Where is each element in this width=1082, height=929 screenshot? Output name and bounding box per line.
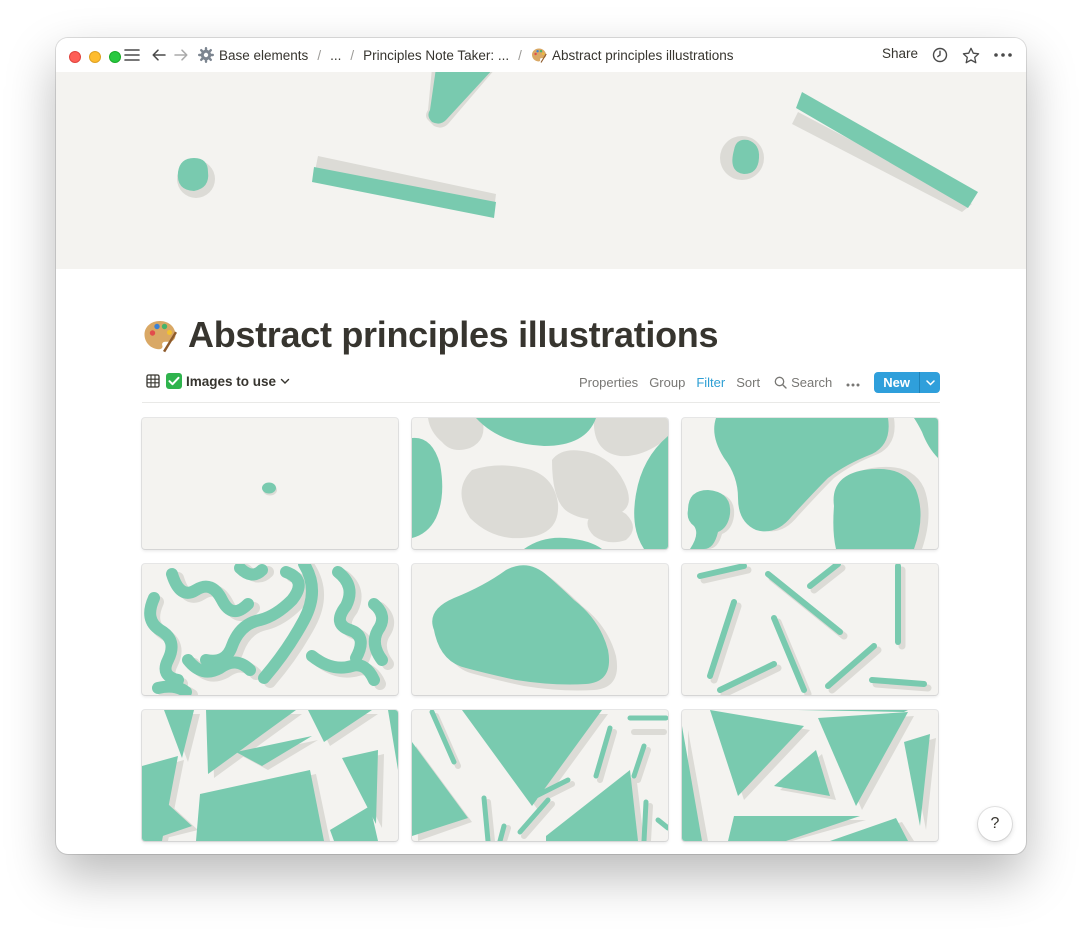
forward-arrow-icon[interactable]	[172, 44, 190, 66]
page-cover[interactable]	[56, 72, 1026, 269]
gallery-card[interactable]	[412, 710, 668, 841]
breadcrumb-item-abstract-principles[interactable]: Abstract principles illustrations	[531, 47, 734, 63]
star-icon[interactable]	[961, 44, 981, 66]
breadcrumb-separator: /	[317, 47, 322, 63]
breadcrumb-label: ...	[330, 47, 342, 63]
group-button[interactable]: Group	[649, 375, 685, 390]
new-button[interactable]: New	[874, 372, 919, 393]
breadcrumb: Base elements / ... / Principles Note Ta…	[198, 45, 734, 65]
check-mark-icon	[166, 373, 182, 389]
new-button-group: New	[874, 372, 940, 393]
card-cover-image	[262, 482, 277, 496]
search-label: Search	[791, 375, 833, 390]
breadcrumb-label: Principles Note Taker: ...	[363, 47, 510, 63]
page-title[interactable]: Abstract principles illustrations	[142, 314, 719, 356]
database-tools: Properties Group Filter Sort Search New	[568, 372, 940, 393]
gallery-view	[142, 418, 940, 841]
card-cover-image	[432, 565, 618, 691]
database-toolbar: Images to use Properties Group Filter So…	[142, 369, 940, 403]
breadcrumb-label: Base elements	[219, 47, 309, 63]
properties-button[interactable]: Properties	[579, 375, 638, 390]
card-cover-image	[682, 710, 936, 841]
gallery-card[interactable]	[142, 418, 398, 549]
breadcrumb-separator: /	[350, 47, 355, 63]
card-cover-image	[144, 564, 395, 695]
title-bar: Base elements / ... / Principles Note Ta…	[56, 38, 1026, 72]
palette-icon[interactable]	[142, 317, 178, 353]
search-button[interactable]: Search	[774, 375, 832, 390]
breadcrumb-item-principles-note-taker[interactable]: Principles Note Taker: ...	[363, 48, 509, 63]
card-cover-image	[687, 418, 938, 549]
chevron-down-icon	[925, 379, 935, 386]
chevron-down-icon	[280, 378, 290, 385]
gear-icon	[198, 47, 214, 63]
breadcrumb-item-base-elements[interactable]: Base elements	[198, 47, 308, 63]
gallery-card[interactable]	[682, 710, 938, 841]
breadcrumb-separator: /	[518, 47, 522, 63]
gallery-icon	[146, 374, 160, 388]
view-label: Images to use	[186, 373, 277, 389]
palette-icon	[531, 47, 547, 63]
gallery-card[interactable]	[682, 564, 938, 695]
app-window: Base elements / ... / Principles Note Ta…	[56, 38, 1026, 854]
help-button[interactable]: ?	[978, 807, 1012, 841]
filter-button[interactable]: Filter	[696, 375, 725, 390]
minimize-window-button[interactable]	[89, 51, 101, 63]
sort-button[interactable]: Sort	[736, 375, 760, 390]
zoom-window-button[interactable]	[109, 51, 121, 63]
sidebar-toggle-icon[interactable]	[122, 44, 142, 66]
card-cover-image	[697, 564, 932, 695]
gallery-card[interactable]	[142, 564, 398, 695]
breadcrumb-item-ellipsis[interactable]: ...	[330, 48, 341, 63]
close-window-button[interactable]	[69, 51, 81, 63]
gallery-card[interactable]	[142, 710, 398, 841]
gallery-card[interactable]	[412, 564, 668, 695]
new-dropdown-button[interactable]	[919, 372, 940, 393]
page-title-text[interactable]: Abstract principles illustrations	[188, 314, 719, 356]
clock-icon[interactable]	[930, 44, 950, 66]
card-cover-image	[142, 710, 398, 841]
back-arrow-icon[interactable]	[150, 44, 168, 66]
card-cover-image	[412, 710, 668, 841]
breadcrumb-label: Abstract principles illustrations	[551, 47, 734, 63]
card-cover-image	[412, 418, 668, 549]
gallery-card[interactable]	[682, 418, 938, 549]
view-tab-images-to-use[interactable]: Images to use	[146, 373, 290, 389]
more-options-icon[interactable]	[846, 375, 860, 390]
search-icon	[774, 376, 787, 389]
share-button[interactable]: Share	[882, 46, 918, 61]
gallery-card[interactable]	[412, 418, 668, 549]
cover-illustration	[177, 72, 978, 218]
more-icon[interactable]	[992, 44, 1014, 66]
